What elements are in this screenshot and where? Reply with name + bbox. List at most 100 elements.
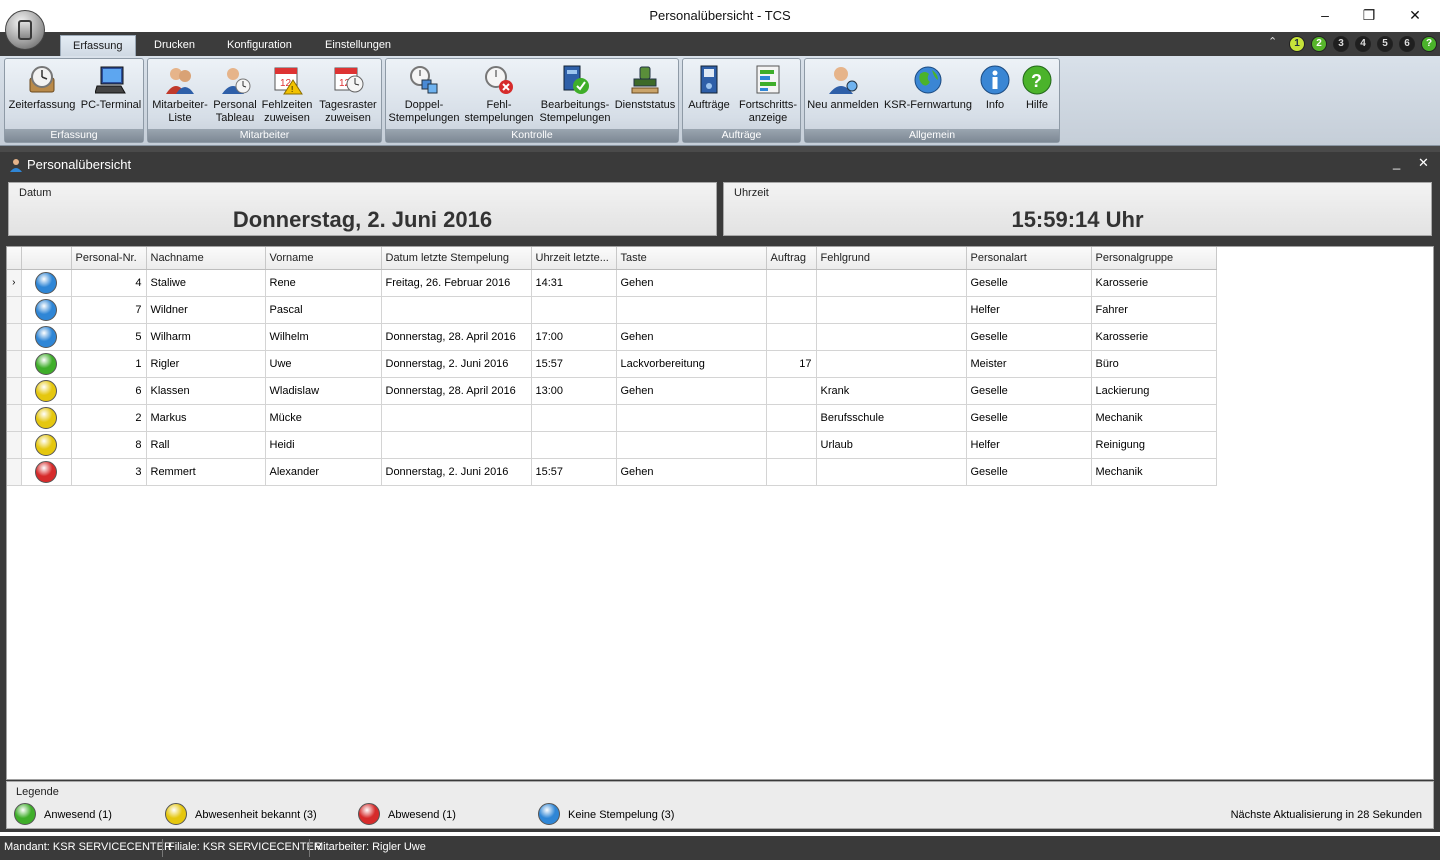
cell-vorname[interactable]: Uwe (265, 350, 382, 378)
cell-personalgruppe[interactable]: Büro (1091, 350, 1217, 378)
column-header-personal-nr[interactable]: Personal-Nr. (71, 247, 147, 270)
cell-taste[interactable] (616, 431, 767, 459)
cell-fehlgrund[interactable]: Urlaub (816, 431, 967, 459)
column-header-vorname[interactable]: Vorname (265, 247, 382, 270)
cell-nachname[interactable]: Rall (146, 431, 266, 459)
cell-fehlgrund[interactable]: Krank (816, 377, 967, 405)
cell-personalgruppe[interactable]: Mechanik (1091, 404, 1217, 432)
table-row[interactable]: 2 Markus Mücke Berufsschule Geselle Mechanik (7, 404, 1221, 432)
table-row[interactable]: › 4 Staliwe Rene Freitag, 26. Februar 2016 14… (7, 269, 1221, 297)
personal-tableau-button[interactable]: Personal Tableau (211, 61, 259, 125)
cell-taste[interactable]: Gehen (616, 269, 767, 297)
cell-personalgruppe[interactable]: Karosserie (1091, 323, 1217, 351)
quick-button-3[interactable]: 3 (1333, 36, 1349, 52)
quick-button-2[interactable]: 2 (1311, 36, 1327, 52)
tab-erfassung[interactable]: Erfassung (60, 35, 136, 56)
row-indicator[interactable] (7, 377, 22, 405)
cell-fehlgrund[interactable] (816, 323, 967, 351)
cell-taste[interactable]: Gehen (616, 458, 767, 486)
cell-auftrag[interactable] (766, 431, 817, 459)
cell-auftrag[interactable]: 17 (766, 350, 817, 378)
column-header-taste[interactable]: Taste (616, 247, 767, 270)
cell-nachname[interactable]: Staliwe (146, 269, 266, 297)
cell-taste[interactable]: Gehen (616, 377, 767, 405)
column-header-personalgruppe[interactable]: Personalgruppe (1091, 247, 1217, 270)
cell-personalart[interactable]: Geselle (966, 404, 1092, 432)
row-indicator[interactable] (7, 323, 22, 351)
cell-vorname[interactable]: Wilhelm (265, 323, 382, 351)
auftraege-button[interactable]: Aufträge (684, 61, 734, 112)
cell-personalart[interactable]: Helfer (966, 296, 1092, 324)
cell-fehlgrund[interactable] (816, 296, 967, 324)
close-button[interactable]: ✕ (1392, 4, 1438, 26)
cell-personalart[interactable]: Helfer (966, 431, 1092, 459)
quick-button-1[interactable]: 1 (1289, 36, 1305, 52)
cell-nachname[interactable]: Klassen (146, 377, 266, 405)
cell-personalart[interactable]: Geselle (966, 269, 1092, 297)
doppel-stempelungen-button[interactable]: Doppel- Stempelungen (387, 61, 461, 125)
cell-personal-nr[interactable]: 4 (71, 269, 147, 297)
table-row[interactable]: 7 Wildner Pascal Helfer Fahrer (7, 296, 1221, 324)
cell-fehlgrund[interactable] (816, 350, 967, 378)
cell-taste[interactable] (616, 296, 767, 324)
tab-drucken[interactable]: Drucken (142, 35, 207, 56)
cell-personalart[interactable]: Geselle (966, 458, 1092, 486)
cell-auftrag[interactable] (766, 296, 817, 324)
cell-uhrzeit[interactable]: 13:00 (531, 377, 617, 405)
cell-datum[interactable]: Donnerstag, 2. Juni 2016 (381, 350, 532, 378)
column-header-personalart[interactable]: Personalart (966, 247, 1092, 270)
collapse-ribbon-icon[interactable]: ⌃ (1268, 35, 1277, 48)
cell-auftrag[interactable] (766, 269, 817, 297)
cell-vorname[interactable]: Pascal (265, 296, 382, 324)
quick-button-4[interactable]: 4 (1355, 36, 1371, 52)
maximize-button[interactable]: ❐ (1346, 4, 1392, 26)
cell-vorname[interactable]: Mücke (265, 404, 382, 432)
cell-taste[interactable] (616, 404, 767, 432)
cell-uhrzeit[interactable]: 15:57 (531, 458, 617, 486)
quick-help-button[interactable]: ? (1421, 36, 1437, 52)
cell-personalgruppe[interactable]: Reinigung (1091, 431, 1217, 459)
cell-auftrag[interactable] (766, 404, 817, 432)
fortschrittsanzeige-button[interactable]: Fortschritts- anzeige (735, 61, 801, 125)
cell-taste[interactable]: Lackvorbereitung (616, 350, 767, 378)
dienststatus-button[interactable]: Dienststatus (612, 61, 678, 112)
row-indicator[interactable] (7, 296, 22, 324)
cell-datum[interactable]: Freitag, 26. Februar 2016 (381, 269, 532, 297)
row-indicator[interactable] (7, 431, 22, 459)
quick-button-5[interactable]: 5 (1377, 36, 1393, 52)
cell-auftrag[interactable] (766, 377, 817, 405)
cell-datum[interactable] (381, 404, 532, 432)
tagesraster-zuweisen-button[interactable]: 12 Tagesraster zuweisen (316, 61, 380, 125)
row-indicator[interactable] (7, 458, 22, 486)
quick-button-6[interactable]: 6 (1399, 36, 1415, 52)
cell-vorname[interactable]: Rene (265, 269, 382, 297)
table-row[interactable]: 8 Rall Heidi Urlaub Helfer Reinigung (7, 431, 1221, 459)
hilfe-button[interactable]: ? Hilfe (1017, 61, 1057, 112)
cell-uhrzeit[interactable]: 14:31 (531, 269, 617, 297)
panel-minimize-button[interactable]: _ (1393, 155, 1400, 170)
cell-fehlgrund[interactable] (816, 269, 967, 297)
cell-datum[interactable]: Donnerstag, 28. April 2016 (381, 323, 532, 351)
cell-fehlgrund[interactable] (816, 458, 967, 486)
cell-nachname[interactable]: Wildner (146, 296, 266, 324)
cell-vorname[interactable]: Alexander (265, 458, 382, 486)
cell-personal-nr[interactable]: 2 (71, 404, 147, 432)
cell-nachname[interactable]: Wilharm (146, 323, 266, 351)
cell-uhrzeit[interactable] (531, 404, 617, 432)
cell-personal-nr[interactable]: 3 (71, 458, 147, 486)
column-header-nachname[interactable]: Nachname (146, 247, 266, 270)
table-row[interactable]: 3 Remmert Alexander Donnerstag, 2. Juni 201… (7, 458, 1221, 486)
cell-datum[interactable]: Donnerstag, 28. April 2016 (381, 377, 532, 405)
tab-konfiguration[interactable]: Konfiguration (215, 35, 304, 56)
column-header-uhrzeit-letzte[interactable]: Uhrzeit letzte... (531, 247, 617, 270)
cell-datum[interactable] (381, 296, 532, 324)
row-indicator[interactable]: › (7, 269, 22, 297)
cell-auftrag[interactable] (766, 323, 817, 351)
fehl-stempelungen-button[interactable]: Fehl- stempelungen (462, 61, 536, 125)
mitarbeiter-liste-button[interactable]: Mitarbeiter- Liste (149, 61, 211, 125)
cell-personal-nr[interactable]: 1 (71, 350, 147, 378)
fehlzeiten-zuweisen-button[interactable]: 12! Fehlzeiten zuweisen (259, 61, 315, 125)
cell-nachname[interactable]: Remmert (146, 458, 266, 486)
cell-personalart[interactable]: Geselle (966, 323, 1092, 351)
bearbeitungs-stempelungen-button[interactable]: Bearbeitungs- Stempelungen (537, 61, 613, 125)
